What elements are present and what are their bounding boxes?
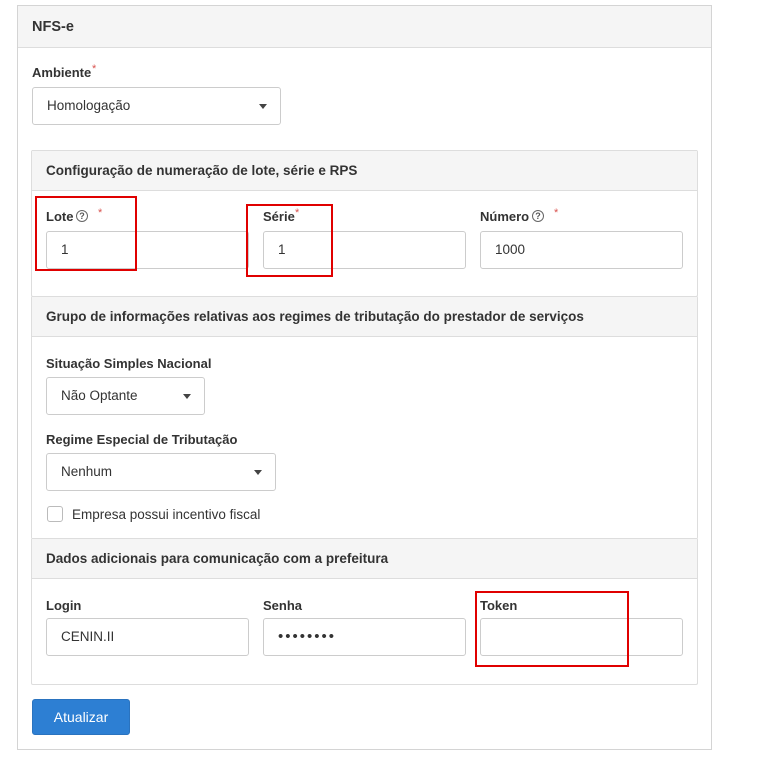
ambiente-label: Ambiente: [32, 65, 92, 80]
highlight-box-serie: [246, 204, 333, 277]
ambiente-select[interactable]: Homologação: [32, 87, 281, 125]
login-label: Login: [46, 598, 82, 613]
ambiente-select-value: Homologação: [47, 98, 131, 113]
senha-label: Senha: [263, 598, 303, 613]
regime-especial-label: Regime Especial de Tributação: [46, 432, 238, 447]
simples-nacional-select[interactable]: Não Optante: [46, 377, 205, 415]
prefeitura-section-title: Dados adicionais para comunicação com a …: [32, 538, 697, 579]
tributacao-section: Grupo de informações relativas aos regim…: [31, 296, 698, 539]
regime-especial-select[interactable]: Nenhum: [46, 453, 276, 491]
numeracao-section-title: Configuração de numeração de lote, série…: [32, 150, 697, 191]
panel-title: NFS-e: [18, 6, 711, 48]
tributacao-section-title: Grupo de informações relativas aos regim…: [32, 296, 697, 337]
highlight-box-token: [475, 591, 629, 667]
simples-nacional-value: Não Optante: [61, 388, 138, 403]
login-input[interactable]: CENIN.II: [46, 618, 249, 656]
numero-label: Número: [480, 209, 530, 224]
regime-especial-value: Nenhum: [61, 464, 113, 479]
help-icon[interactable]: ?: [532, 210, 544, 222]
numero-input[interactable]: 1000: [480, 231, 683, 269]
senha-input[interactable]: ••••••••: [263, 618, 466, 656]
highlight-box-lote: [35, 196, 137, 271]
chevron-down-icon: [183, 394, 191, 399]
incentivo-fiscal-label: Empresa possui incentivo fiscal: [72, 507, 261, 522]
ambiente-required-mark: *: [92, 63, 97, 75]
atualizar-button[interactable]: Atualizar: [32, 699, 130, 735]
chevron-down-icon: [254, 470, 262, 475]
numero-required-mark: *: [554, 207, 559, 219]
incentivo-fiscal-checkbox[interactable]: [47, 506, 63, 522]
simples-nacional-label: Situação Simples Nacional: [46, 356, 212, 371]
chevron-down-icon: [259, 104, 267, 109]
